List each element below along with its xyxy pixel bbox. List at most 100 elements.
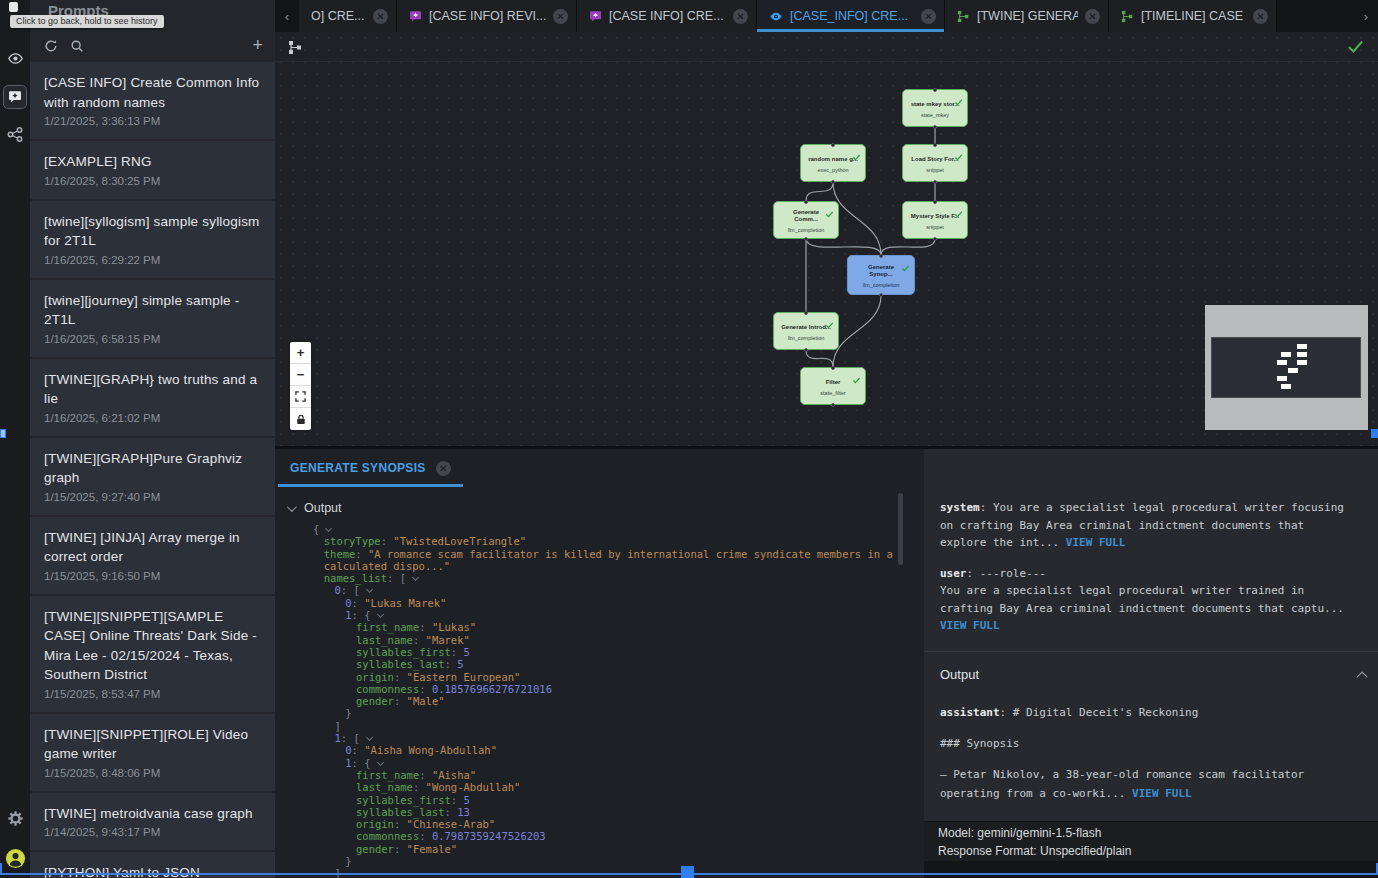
node-handle-top[interactable] bbox=[933, 143, 937, 147]
node-handle-top[interactable] bbox=[804, 200, 808, 204]
prompt-timestamp: 1/15/2025, 8:53:47 PM bbox=[44, 687, 265, 702]
minimap[interactable] bbox=[1205, 305, 1368, 430]
output-section-toggle[interactable]: Output bbox=[287, 501, 342, 515]
json-line: last_name: "Marek" bbox=[356, 634, 916, 646]
graph-green-icon bbox=[1121, 10, 1134, 23]
node-handle-bottom[interactable] bbox=[933, 180, 937, 184]
zoom-in-button[interactable]: + bbox=[290, 342, 311, 364]
json-line: theme: "A romance scam facilitator is ki… bbox=[324, 548, 916, 560]
tabs-scroll-right[interactable]: › bbox=[1354, 0, 1378, 32]
node-handle-top[interactable] bbox=[879, 254, 883, 258]
scrollbar-thumb[interactable] bbox=[898, 493, 903, 565]
tab--twine-generat-[interactable]: [TWINE] GENERAT...✕ bbox=[945, 0, 1109, 32]
json-line: origin: "Chinese-Arab" bbox=[356, 818, 916, 830]
tab-close-icon[interactable]: ✕ bbox=[553, 9, 568, 24]
list-item[interactable]: [TWINE][SNIPPET][ROLE] Video game writer… bbox=[30, 714, 275, 791]
tab-o-cre-[interactable]: O] CRE... ✕ bbox=[299, 0, 397, 32]
list-item[interactable]: [TWINE][GRAPH} two truths and a lie1/16/… bbox=[30, 359, 275, 436]
node-handle-top[interactable] bbox=[933, 200, 937, 204]
graph-node[interactable]: Filterstate_filter bbox=[800, 367, 866, 405]
graph-node[interactable]: state mkey stor... state_mkey bbox=[902, 89, 968, 127]
tab-label: O] CRE... bbox=[311, 9, 364, 23]
graph-icon[interactable] bbox=[288, 40, 303, 59]
prompts-nav-button[interactable] bbox=[3, 85, 27, 109]
list-item[interactable]: [twine][syllogism] sample syllogism for … bbox=[30, 201, 275, 278]
json-output-tree[interactable]: {storyType: "TwistedLoveTriangle"theme: … bbox=[313, 523, 916, 878]
json-line: storyType: "TwistedLoveTriangle" bbox=[324, 535, 916, 547]
model-info-footer: Model: gemini/gemini-1.5-flash Response … bbox=[924, 821, 1378, 861]
tab--case-info-cre-[interactable]: [CASE INFO] CRE...✕ bbox=[577, 0, 757, 32]
eye-icon[interactable] bbox=[0, 52, 30, 65]
tab-close-icon[interactable]: ✕ bbox=[921, 9, 936, 24]
graph-node[interactable]: Generate Introd...llm_completion bbox=[773, 312, 839, 350]
tab-generate-synopsis[interactable]: GENERATE SYNOPSIS ✕ bbox=[278, 449, 463, 487]
close-icon[interactable]: ✕ bbox=[436, 461, 451, 476]
tab-close-icon[interactable]: ✕ bbox=[373, 9, 388, 24]
minimap-node bbox=[1297, 344, 1307, 349]
list-item[interactable]: [twine][journey] simple sample - 2T1L1/1… bbox=[30, 280, 275, 357]
back-icon[interactable] bbox=[9, 2, 18, 12]
node-handle-bottom[interactable] bbox=[879, 293, 883, 297]
inspector-output-header[interactable]: Output bbox=[940, 667, 1364, 682]
node-handle-top[interactable] bbox=[933, 88, 937, 92]
add-prompt-button[interactable]: + bbox=[252, 35, 263, 56]
list-item[interactable]: [EXAMPLE] RNG1/16/2025, 8:30:25 PM bbox=[30, 141, 275, 199]
json-line: names_list: [ bbox=[324, 572, 916, 584]
tabs-scroll-left[interactable]: ‹ bbox=[275, 0, 299, 32]
prompt-purple-icon bbox=[409, 10, 422, 23]
search-icon[interactable] bbox=[70, 39, 84, 57]
settings-gear-icon[interactable] bbox=[0, 810, 30, 827]
list-item[interactable]: [CASE INFO] Create Common Info with rand… bbox=[30, 62, 275, 139]
tab-close-icon[interactable]: ✕ bbox=[1253, 9, 1268, 24]
node-check-icon bbox=[901, 258, 910, 276]
refresh-icon[interactable] bbox=[44, 39, 58, 57]
node-handle-bottom[interactable] bbox=[933, 125, 937, 129]
view-full-link[interactable]: VIEW FULL bbox=[1066, 536, 1126, 549]
output-section-label: Output bbox=[304, 501, 342, 515]
list-item[interactable]: [TWINE] [JINJA] Array merge in correct o… bbox=[30, 517, 275, 594]
left-edge-handle bbox=[0, 429, 6, 438]
graph-node[interactable]: Load Story For...snippet bbox=[902, 144, 968, 182]
resize-handle[interactable] bbox=[681, 866, 694, 878]
node-title: state mkey stor... bbox=[911, 101, 960, 108]
tab--timeline-case-[interactable]: [TIMELINE] CASE ...✕ bbox=[1109, 0, 1277, 32]
graph-node[interactable]: Generate Synop...llm_completion bbox=[847, 255, 915, 295]
node-subtitle: state_mkey bbox=[921, 112, 949, 118]
graph-node[interactable]: Generate Comm...llm_completion bbox=[773, 201, 839, 239]
user-avatar[interactable] bbox=[0, 848, 30, 869]
node-check-icon bbox=[954, 204, 963, 222]
node-title: Load Story For... bbox=[911, 156, 958, 163]
lock-button[interactable] bbox=[290, 408, 311, 430]
bottom-tab-label: GENERATE SYNOPSIS bbox=[290, 461, 426, 475]
node-title: random name g... bbox=[808, 156, 858, 163]
node-handle-bottom[interactable] bbox=[804, 237, 808, 241]
node-handle-top[interactable] bbox=[831, 143, 835, 147]
view-full-link[interactable]: VIEW FULL bbox=[1132, 787, 1192, 800]
graph-node[interactable]: Mystery Style F...snippet bbox=[902, 201, 968, 239]
node-handle-bottom[interactable] bbox=[831, 403, 835, 407]
tab-close-icon[interactable]: ✕ bbox=[733, 9, 748, 24]
tab--case-info-revi-[interactable]: [CASE INFO] REVI...✕ bbox=[397, 0, 577, 32]
list-item[interactable]: [TWINE][SNIPPET][SAMPLE CASE] Online Thr… bbox=[30, 596, 275, 712]
tab--case-info-cre-[interactable]: [CASE_INFO] CRE...✕ bbox=[757, 0, 945, 32]
graph-canvas[interactable]: state mkey stor... state_mkeyrandom name … bbox=[275, 32, 1378, 446]
footer-sub-area bbox=[924, 861, 1378, 878]
node-handle-bottom[interactable] bbox=[831, 180, 835, 184]
node-handle-top[interactable] bbox=[804, 311, 808, 315]
workflow-icon[interactable] bbox=[0, 127, 30, 142]
node-handle-bottom[interactable] bbox=[804, 348, 808, 352]
prompt-messages: system: You are a specialist legal proce… bbox=[940, 499, 1364, 648]
node-check-icon bbox=[852, 370, 861, 388]
list-item[interactable]: [TWINE][GRAPH]Pure Graphviz graph1/15/20… bbox=[30, 438, 275, 515]
view-full-link[interactable]: VIEW FULL bbox=[940, 619, 1000, 632]
json-line: 1: { bbox=[345, 609, 916, 621]
fit-view-button[interactable] bbox=[290, 386, 311, 408]
tab-close-icon[interactable]: ✕ bbox=[1085, 9, 1100, 24]
list-item[interactable]: [TWINE] metroidvania case graph1/14/2025… bbox=[30, 793, 275, 851]
prompt-timestamp: 1/15/2025, 9:16:50 PM bbox=[44, 569, 265, 584]
node-title: Generate Synop... bbox=[856, 264, 906, 278]
zoom-out-button[interactable]: − bbox=[290, 364, 311, 386]
node-handle-top[interactable] bbox=[831, 366, 835, 370]
node-handle-bottom[interactable] bbox=[933, 237, 937, 241]
graph-node[interactable]: random name g...exec_python bbox=[800, 144, 866, 182]
